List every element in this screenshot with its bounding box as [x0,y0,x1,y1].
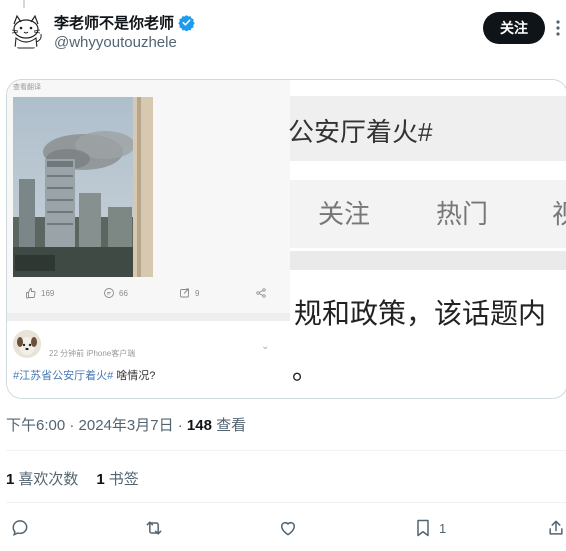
topic-page-screenshot: 公安厅着火# 关注 热门 视 规和政策，该话题内 。 [288,80,566,398]
reply-bubble-icon [12,520,28,537]
post-timestamp[interactable]: 下午6:00 · 2024年3月7日 · 148 查看 [6,414,246,435]
dog-avatar-icon [13,330,41,358]
share-nodes-icon [256,288,266,298]
topic-tab-follow: 关注 [318,199,371,229]
topic-separator-band [290,251,566,270]
repost-stat: 9 [179,287,199,299]
commenter-avatar [13,330,41,358]
topic-tab-hot: 热门 [436,199,489,229]
share-button[interactable] [546,517,566,539]
hashtag-link: #江苏省公安厅着火# [13,370,114,382]
bookmarks-count: 1 [96,471,105,488]
author-name[interactable]: 李老师不是你老师 [54,12,174,33]
post-stats-row: 169 66 9 [7,287,290,307]
comment-stat: 66 [103,287,128,299]
comment-meta: 22 分钟前 iPhone客户端 [49,349,136,358]
divider-top [6,450,566,451]
topic-notice-period: 。 [292,355,319,385]
like-button[interactable] [278,517,298,539]
engagement-counts: 1 喜欢次数 1 书签 [6,468,139,489]
weibo-screenshot: 查看翻译 169 66 9 22 分钟前 iPhone客户端 ⌄ #江苏省公安厅… [7,80,290,398]
likes-label: 喜欢次数 [18,471,79,488]
author-avatar[interactable] [6,10,46,50]
repost-icon [180,288,189,298]
retweet-icon [146,521,162,535]
comment-text: #江苏省公安厅着火# 啥情况? [13,367,155,383]
more-options-icon[interactable] [550,18,566,38]
follow-button[interactable]: 关注 [483,12,545,44]
topic-tab-video: 视 [552,194,566,231]
bookmarks-label: 书签 [108,471,139,488]
bookmark-icon [417,519,429,537]
divider-bottom [6,502,566,503]
comment-count: 66 [119,288,128,298]
likes-count-link[interactable]: 1 喜欢次数 [6,468,78,489]
reply-button[interactable] [10,517,30,539]
verified-badge-icon [178,15,195,31]
heart-icon [281,522,295,536]
topic-notice-text: 规和政策，该话题内 [294,298,547,329]
author-name-row[interactable]: 李老师不是你老师 [54,12,195,33]
burning-building-photo [13,97,153,277]
comment-body: 啥情况? [113,370,156,382]
repost-count: 9 [195,288,200,298]
comment-item: 22 分钟前 iPhone客户端 ⌄ #江苏省公安厅着火# 啥情况? [7,321,290,398]
author-handle[interactable]: @whyyoutouzhele [54,34,177,51]
like-count: 169 [41,288,55,298]
view-count: 148 [186,417,212,434]
bookmark-button[interactable]: 1 [413,517,446,539]
retweet-button[interactable] [144,517,164,539]
chevron-down-icon: ⌄ [261,341,270,352]
like-stat: 169 [25,287,54,299]
thread-connector-line [23,0,25,8]
translate-caption: 查看翻译 [13,84,41,91]
share-upload-icon [549,520,563,535]
thumbs-up-icon [26,288,36,299]
share-stat [255,287,267,299]
post-time[interactable]: 下午6:00 · 2024年3月7日 · [6,417,187,434]
bookmark-count: 1 [439,520,447,536]
section-divider [7,313,290,321]
view-label: 查看 [211,417,247,434]
comment-bubble-icon [104,288,114,298]
topic-title: 公安厅着火# [288,117,433,147]
cat-sketch-avatar-icon [6,10,46,50]
media-image[interactable]: 查看翻译 169 66 9 22 分钟前 iPhone客户端 ⌄ #江苏省公安厅… [6,79,566,399]
bookmarks-count-link[interactable]: 1 书签 [96,468,138,489]
likes-count: 1 [6,471,15,488]
